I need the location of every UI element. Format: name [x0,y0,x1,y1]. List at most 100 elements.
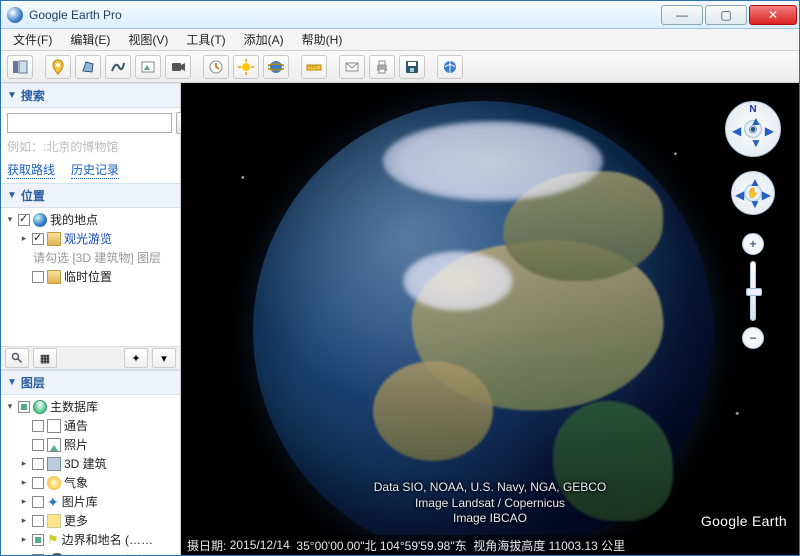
cube-icon [47,457,61,471]
layer-announcements[interactable]: 通告 [64,417,88,434]
look-right-button[interactable]: ▶ [765,124,774,138]
view-in-maps-button[interactable] [437,55,463,79]
save-image-button[interactable] [399,55,425,79]
search-input[interactable] [7,113,172,133]
path-button[interactable] [105,55,131,79]
places-search-button[interactable] [5,348,29,368]
look-left-button[interactable]: ◀ [732,124,741,138]
pan-right-button[interactable]: ▶ [762,188,771,202]
checkbox[interactable] [32,496,44,508]
folder-icon [47,270,61,284]
my-places-node[interactable]: 我的地点 [50,211,98,228]
menu-file[interactable]: 文件(F) [5,29,60,50]
zoom-out-button[interactable]: − [742,327,764,349]
checkbox[interactable] [32,458,44,470]
checkbox[interactable] [32,554,44,555]
expand-icon[interactable]: ▾ [5,401,15,412]
checkbox[interactable] [18,214,30,226]
get-directions-link[interactable]: 获取路线 [7,161,55,179]
expand-icon[interactable]: ▸ [19,555,29,556]
search-panel-header[interactable]: ▼ 搜索 [1,83,180,108]
zoom-in-button[interactable]: + [742,233,764,255]
places-panel-header[interactable]: ▼ 位置 [1,183,180,208]
checkbox[interactable] [18,401,30,413]
places-play-button[interactable]: ▦ [33,348,57,368]
titlebar: Google Earth Pro — ▢ ✕ [1,1,799,29]
image-overlay-button[interactable] [135,55,161,79]
sunlight-button[interactable] [233,55,259,79]
expand-icon[interactable]: ▸ [19,496,29,507]
menu-tools[interactable]: 工具(T) [178,29,233,50]
app-title: Google Earth Pro [29,8,661,22]
search-hint: 例如：:北京的博物馆 [7,138,174,155]
status-bar: 摄日期: 2015/12/14 35°00'00.00"北 104°59'59.… [181,535,799,555]
pan-down-button[interactable]: ▼ [749,197,761,211]
layers-panel-title: 图层 [21,374,45,391]
compass-control[interactable]: N ▲ ▼ ◀ ▶ ◉ [725,101,781,157]
window-controls: — ▢ ✕ [661,5,797,25]
expand-icon[interactable]: ▸ [19,534,29,545]
collapse-icon: ▼ [7,190,17,201]
pan-left-button[interactable]: ◀ [735,188,744,202]
places-add-button[interactable]: ✦ [124,348,148,368]
temporary-places-node[interactable]: 临时位置 [64,268,112,285]
expand-icon[interactable]: ▸ [19,477,29,488]
expand-icon[interactable]: ▸ [19,233,29,244]
checkbox[interactable] [32,515,44,527]
announcement-icon [47,419,61,433]
placemark-button[interactable] [45,55,71,79]
minimize-button[interactable]: — [661,5,703,25]
status-alt: 11003.13 公里 [549,537,626,554]
expand-icon[interactable]: ▸ [19,458,29,469]
checkbox[interactable] [32,534,44,546]
checkbox[interactable] [32,439,44,451]
historical-imagery-button[interactable] [203,55,229,79]
layer-3d-buildings[interactable]: 3D 建筑 [64,455,107,472]
layer-weather[interactable]: 气象 [64,474,88,491]
pan-up-button[interactable]: ▲ [749,175,761,189]
expand-icon[interactable]: ▾ [5,214,15,225]
pan-control[interactable]: ▲ ▼ ◀ ▶ ✋ [731,171,775,215]
planet-button[interactable] [263,55,289,79]
status-coords: 35°00'00.00"北 104°59'59.98"东 [296,537,466,554]
dot-icon [50,553,64,555]
zoom-slider-track[interactable] [750,261,756,321]
search-panel-body: 搜索 例如：:北京的博物馆 获取路线 历史记录 [1,108,180,183]
layer-gallery[interactable]: 图片库 [62,493,98,510]
google-earth-logo: Google Earth [701,513,787,529]
look-up-button[interactable]: ▲ [750,114,762,128]
record-tour-button[interactable] [165,55,191,79]
menu-help[interactable]: 帮助(H) [294,29,351,50]
ruler-button[interactable] [301,55,327,79]
zoom-slider-handle[interactable] [746,288,762,296]
sightseeing-node[interactable]: 观光游览 [64,230,112,247]
checkbox[interactable] [32,233,44,245]
menu-add[interactable]: 添加(A) [236,29,292,50]
menu-edit[interactable]: 编辑(E) [62,29,118,50]
search-history-link[interactable]: 历史记录 [71,161,119,179]
layer-photos[interactable]: 照片 [64,436,88,453]
layer-borders[interactable]: 边界和地名 (…… [62,531,153,548]
maximize-button[interactable]: ▢ [705,5,747,25]
print-button[interactable] [369,55,395,79]
expand-icon[interactable]: ▸ [19,515,29,526]
checkbox[interactable] [32,477,44,489]
checkbox[interactable] [32,420,44,432]
places-delete-button[interactable]: ▾ [152,348,176,368]
look-down-button[interactable]: ▼ [750,136,762,150]
checkbox[interactable] [32,271,44,283]
layers-panel-header[interactable]: ▼ 图层 [1,370,180,395]
primary-db-node[interactable]: 主数据库 [50,398,98,415]
app-icon [7,7,23,23]
email-button[interactable] [339,55,365,79]
layers-tree[interactable]: ▾ 主数据库 通告 照片 ▸3D 建筑 ▸气象 ▸✦图片库 ▸更多 ▸⚑边界和地… [1,395,180,555]
flag-icon: ⚑ [47,532,59,548]
close-button[interactable]: ✕ [749,5,797,25]
menu-view[interactable]: 视图(V) [120,29,176,50]
earth-icon [33,213,47,227]
hide-sidebar-button[interactable] [7,55,33,79]
layer-more[interactable]: 更多 [64,512,88,529]
layer-places[interactable]: 地点（已过时） [70,552,154,556]
polygon-button[interactable] [75,55,101,79]
globe-viewport[interactable]: N ▲ ▼ ◀ ▶ ◉ ▲ ▼ ◀ ▶ ✋ + − Data SIO, NOAA… [181,83,799,555]
